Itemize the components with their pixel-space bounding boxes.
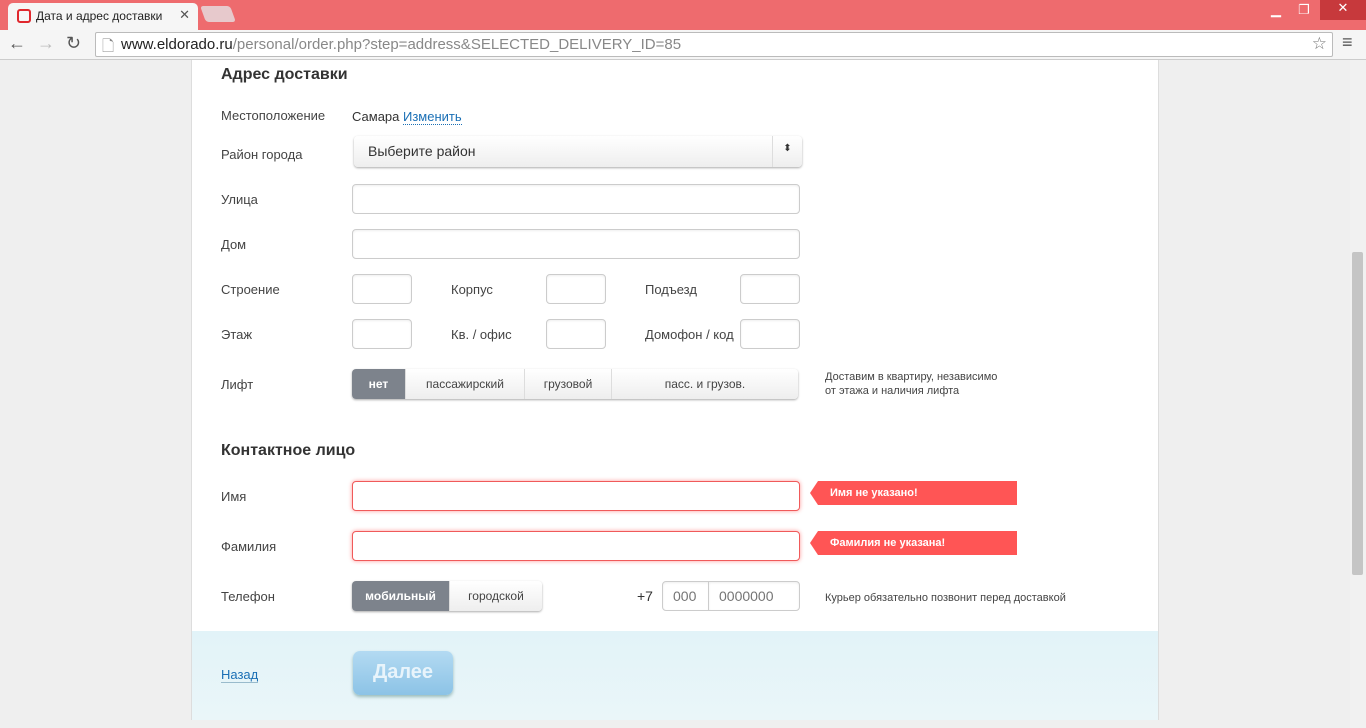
- intercom-label: Домофон / код: [645, 327, 734, 342]
- intercom-input[interactable]: [740, 319, 800, 349]
- phone-label: Телефон: [221, 589, 275, 604]
- lift-option-none[interactable]: нет: [352, 369, 406, 399]
- surname-error-tooltip: Фамилия не указана!: [810, 531, 1017, 555]
- close-tab-icon[interactable]: ✕: [179, 7, 190, 23]
- phone-code-input[interactable]: [662, 581, 710, 611]
- building-label: Строение: [221, 282, 280, 297]
- location-value: Самара: [352, 109, 400, 124]
- floor-input[interactable]: [352, 319, 412, 349]
- browser-tab[interactable]: Дата и адрес доставки ✕: [8, 3, 198, 30]
- address-heading: Адрес доставки: [221, 66, 348, 83]
- phone-prefix: +7: [637, 588, 653, 604]
- address-bar[interactable]: 🗋 www.eldorado.ru/personal/order.php?step…: [95, 32, 1333, 57]
- apartment-input[interactable]: [546, 319, 606, 349]
- lift-note-line1: Доставим в квартиру, независимо: [825, 371, 998, 383]
- house-input[interactable]: [352, 229, 800, 259]
- maximize-button[interactable]: ❐: [1290, 2, 1318, 18]
- location-label: Местоположение: [221, 108, 326, 123]
- lift-selector: нет пассажирский грузовой пасс. и грузов…: [352, 369, 798, 399]
- house-label: Дом: [221, 237, 247, 252]
- page-icon: 🗋: [102, 38, 115, 55]
- district-value: Выберите район: [368, 143, 476, 159]
- back-link[interactable]: Назад: [221, 667, 259, 683]
- lift-option-passenger[interactable]: пассажирский: [406, 369, 525, 399]
- name-input[interactable]: [352, 481, 800, 511]
- phone-number-input[interactable]: [708, 581, 800, 611]
- floor-label: Этаж: [221, 327, 253, 342]
- korpus-input[interactable]: [546, 274, 606, 304]
- change-location-link[interactable]: Изменить: [403, 109, 462, 125]
- eldorado-logo-icon: [17, 9, 31, 23]
- lift-label: Лифт: [221, 377, 254, 392]
- url-path: /personal/order.php?step=address&SELECTE…: [232, 36, 682, 53]
- surname-label: Фамилия: [221, 539, 277, 554]
- lift-note-line2: от этажа и наличия лифта: [825, 385, 960, 397]
- phone-type-selector: мобильный городской: [352, 581, 542, 611]
- phone-type-landline[interactable]: городской: [450, 581, 542, 611]
- lift-option-cargo[interactable]: грузовой: [525, 369, 612, 399]
- url-domain: www.eldorado.ru: [121, 36, 233, 53]
- select-arrows-icon: ⬍: [772, 136, 802, 167]
- contact-heading: Контактное лицо: [221, 442, 356, 459]
- name-label: Имя: [221, 489, 247, 504]
- building-input[interactable]: [352, 274, 412, 304]
- close-window-button[interactable]: ✕: [1320, 0, 1366, 20]
- new-tab-button[interactable]: [200, 6, 236, 22]
- surname-input[interactable]: [352, 531, 800, 561]
- forward-icon[interactable]: →: [37, 33, 55, 54]
- lift-option-both[interactable]: пасс. и грузов.: [612, 369, 798, 399]
- entrance-label: Подъезд: [645, 282, 697, 297]
- phone-note: Курьер обязательно позвонит перед достав…: [825, 592, 1066, 604]
- scrollbar-thumb[interactable]: [1352, 252, 1363, 575]
- name-error-tooltip: Имя не указано!: [810, 481, 1017, 505]
- form-footer: [192, 631, 1158, 720]
- apartment-label: Кв. / офис: [451, 327, 512, 342]
- reload-icon[interactable]: ↻: [66, 33, 81, 54]
- district-label: Район города: [221, 147, 303, 162]
- entrance-input[interactable]: [740, 274, 800, 304]
- next-button[interactable]: Далее: [353, 651, 453, 695]
- street-input[interactable]: [352, 184, 800, 214]
- minimize-button[interactable]: ▁: [1262, 2, 1290, 18]
- back-icon[interactable]: ←: [8, 33, 26, 54]
- phone-type-mobile[interactable]: мобильный: [352, 581, 450, 611]
- tab-title: Дата и адрес доставки: [36, 9, 163, 23]
- street-label: Улица: [221, 192, 258, 207]
- menu-icon[interactable]: ≡: [1342, 32, 1353, 53]
- bookmark-star-icon[interactable]: ☆: [1312, 34, 1327, 54]
- district-select[interactable]: Выберите район ⬍: [354, 136, 802, 167]
- korpus-label: Корпус: [451, 282, 493, 297]
